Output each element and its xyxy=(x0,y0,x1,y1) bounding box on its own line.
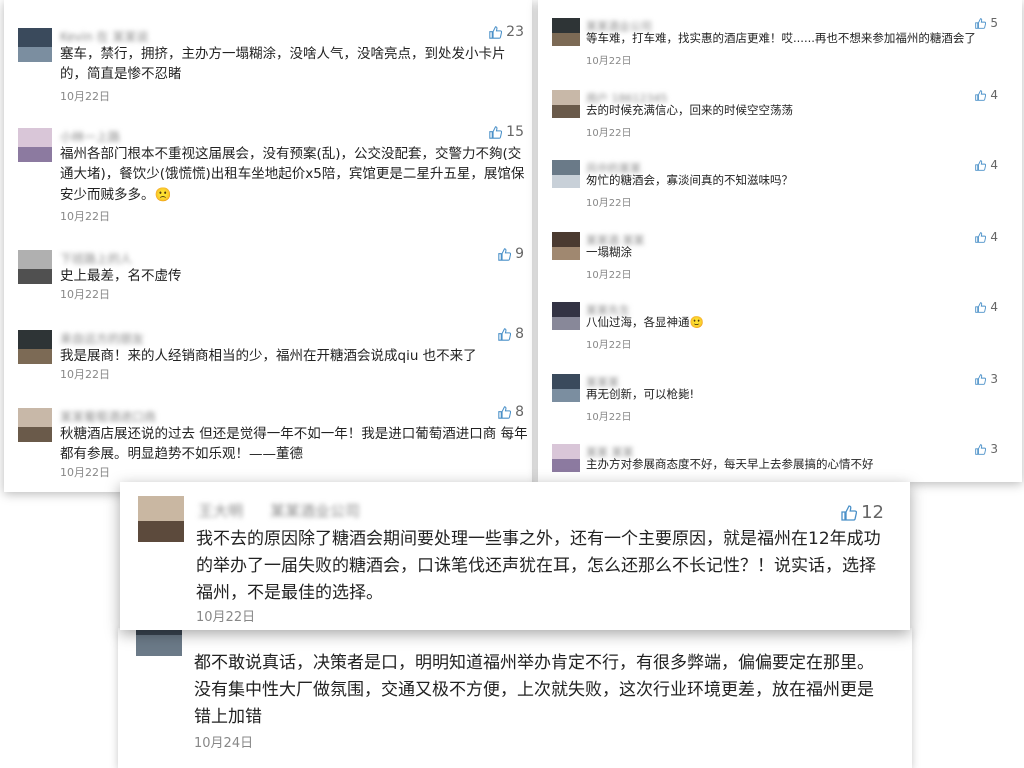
thumbs-up-icon xyxy=(975,443,987,455)
comment-text: 福州各部门根本不重视这届展会，没有预案(乱)，公交没配套，交警力不夠(交通大堵)… xyxy=(60,146,525,203)
thumbs-up-icon xyxy=(841,504,858,521)
username: 下班路上的人 xyxy=(60,252,133,266)
comment-date: 10月22日 xyxy=(60,466,110,479)
like-button[interactable]: 4 xyxy=(975,230,998,244)
like-button[interactable]: 4 xyxy=(975,300,998,314)
comment-date: 10月22日 xyxy=(586,270,632,281)
comment-date: 10月22日 xyxy=(60,288,110,301)
like-count: 4 xyxy=(990,230,998,244)
username: Kevin 在 某某说 xyxy=(60,30,149,44)
username: 王大明 xyxy=(198,502,244,520)
comment-date: 10月22日 xyxy=(60,368,110,381)
like-count: 5 xyxy=(990,16,998,30)
like-count: 4 xyxy=(990,300,998,314)
comment-date: 10月22日 xyxy=(586,56,632,67)
like-button[interactable]: 4 xyxy=(975,158,998,172)
avatar xyxy=(18,128,52,162)
username-secondary: 某某酒业公司 xyxy=(270,502,361,520)
comment-text: 主办方对参展商态度不好，每天早上去参展搞的心情不好 xyxy=(586,457,874,471)
avatar xyxy=(552,160,580,188)
comment-text: 我不去的原因除了糖酒会期间要处理一些事之外，还有一个主要原因，就是福州在12年成… xyxy=(196,529,881,604)
comment-date: 10月22日 xyxy=(586,412,632,423)
thumbs-up-icon xyxy=(489,25,503,39)
comment-card-secondary: 都不敢说真话，决策者是口，明明知道福州举办肯定不行，有很多弊端，偏偏要定在那里。… xyxy=(118,628,912,768)
like-button[interactable]: 9 xyxy=(498,246,524,262)
like-count: 8 xyxy=(515,326,524,342)
avatar xyxy=(136,628,182,656)
comment-text: 一塌糊涂 xyxy=(586,245,632,259)
comments-panel-left: Kevin 在 某某说 23 塞车，禁行，拥挤，主办方一塌糊涂，没啥人气，没啥亮点，… xyxy=(4,0,532,492)
comment-text: 都不敢说真话，决策者是口，明明知道福州举办肯定不行，有很多弊端，偏偏要定在那里。… xyxy=(194,653,874,728)
like-count: 4 xyxy=(990,158,998,172)
like-count: 3 xyxy=(990,372,998,386)
comment-text: 再无创新，可以枪毙! xyxy=(586,387,695,401)
thumbs-up-icon xyxy=(975,231,987,243)
like-button[interactable]: 5 xyxy=(975,16,998,30)
comment-date: 10月22日 xyxy=(586,128,632,139)
like-button[interactable]: 4 xyxy=(975,88,998,102)
thumbs-up-icon xyxy=(975,89,987,101)
thumbs-up-icon xyxy=(975,301,987,313)
avatar xyxy=(18,250,52,284)
thumbs-up-icon xyxy=(498,405,512,419)
like-button[interactable]: 8 xyxy=(498,404,524,420)
comment-text: 等车难，打车难，找实惠的酒店更难！哎......再也不想来参加福州的糖酒会了 xyxy=(586,31,976,45)
avatar xyxy=(552,90,580,118)
like-button[interactable]: 8 xyxy=(498,326,524,342)
like-count: 8 xyxy=(515,404,524,420)
like-button[interactable]: 12 xyxy=(841,502,884,523)
thumbs-up-icon xyxy=(975,159,987,171)
comment-date: 10月22日 xyxy=(586,340,632,351)
avatar xyxy=(552,444,580,472)
comment-text: 史上最差，名不虚传 xyxy=(60,268,182,284)
username: 小林一上路 xyxy=(60,130,121,144)
thumbs-up-icon xyxy=(498,247,512,261)
like-button[interactable]: 3 xyxy=(975,442,998,456)
avatar xyxy=(552,302,580,330)
like-button[interactable]: 3 xyxy=(975,372,998,386)
avatar xyxy=(18,28,52,62)
thumbs-up-icon xyxy=(975,17,987,29)
comment-text: 秋糖酒店展还说的过去 但还是觉得一年不如一年！我是进口葡萄酒进口商 每年都有参展… xyxy=(60,426,528,463)
comment-date: 10月24日 xyxy=(194,736,254,751)
comment-text: 我是展商！来的人经销商相当的少，福州在开糖酒会说成qiu 也不来了 xyxy=(60,348,477,364)
like-count: 4 xyxy=(990,88,998,102)
avatar xyxy=(552,232,580,260)
username: 某某葡萄酒进口商 xyxy=(60,410,157,424)
comment-card-featured: 王大明 某某酒业公司 12 我不去的原因除了糖酒会期间要处理一些事之外，还有一个… xyxy=(120,482,910,630)
comment-text: 塞车，禁行，拥挤，主办方一塌糊涂，没啥人气，没啥亮点，到处发小卡片的，简直是惨不… xyxy=(60,46,506,83)
like-count: 3 xyxy=(990,442,998,456)
avatar xyxy=(552,18,580,46)
thumbs-up-icon xyxy=(489,125,503,139)
like-count: 15 xyxy=(506,124,524,140)
like-count: 23 xyxy=(506,24,524,40)
avatar xyxy=(18,408,52,442)
like-count: 9 xyxy=(515,246,524,262)
comment-text: 去的时候充满信心，回来的时候空空荡荡 xyxy=(586,103,793,117)
like-count: 12 xyxy=(861,502,884,523)
comment-date: 10月22日 xyxy=(196,610,256,625)
thumbs-up-icon xyxy=(975,373,987,385)
username: 来自远方的朋友 xyxy=(60,332,145,346)
comment-text: 八仙过海，各显神通🙂 xyxy=(586,315,704,329)
like-button[interactable]: 15 xyxy=(489,124,524,140)
avatar xyxy=(552,374,580,402)
like-button[interactable]: 23 xyxy=(489,24,524,40)
comments-panel-right: 某某酒业公司 5 等车难，打车难，找实惠的酒店更难！哎......再也不想来参加福州… xyxy=(538,0,1022,482)
avatar xyxy=(138,496,184,542)
thumbs-up-icon xyxy=(498,327,512,341)
comment-date: 10月22日 xyxy=(586,198,632,209)
comment-date: 10月22日 xyxy=(60,210,110,223)
avatar xyxy=(18,330,52,364)
comment-text: 匆忙的糖酒会，寡淡间真的不知滋味吗？ xyxy=(586,173,793,187)
comment-date: 10月22日 xyxy=(60,90,110,103)
